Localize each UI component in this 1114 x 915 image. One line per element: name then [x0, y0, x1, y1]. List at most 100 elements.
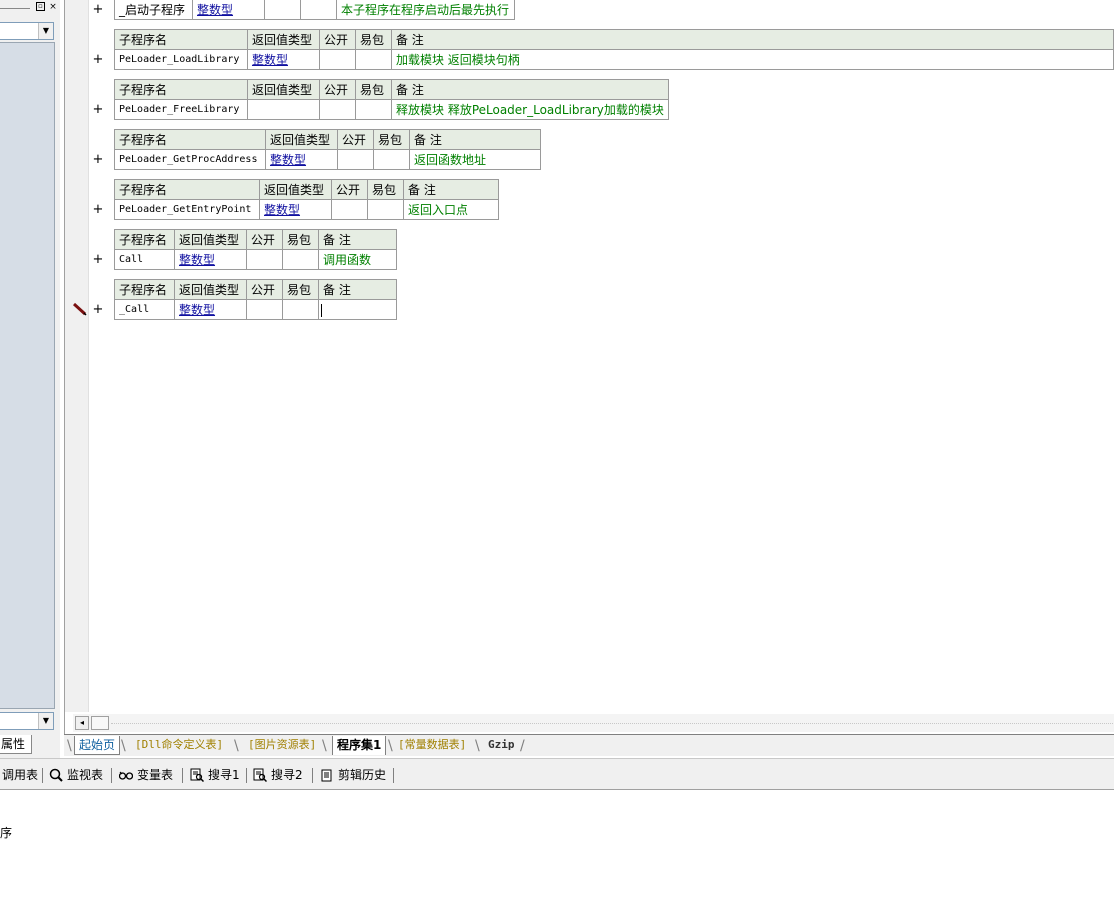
header-public: 公开 — [337, 129, 374, 150]
proc-easy[interactable] — [373, 149, 410, 170]
proc-easy[interactable] — [367, 199, 404, 220]
proc-name[interactable]: _Call — [114, 299, 175, 320]
proc-note[interactable] — [318, 299, 397, 320]
watch-table-button[interactable]: 监视表 — [49, 766, 103, 784]
proc-public[interactable] — [246, 249, 283, 270]
property-combo[interactable]: ▼ — [0, 712, 54, 730]
proc-row[interactable]: PeLoader_GetProcAddress 整数型 返回函数地址 — [114, 149, 541, 170]
proc-easy[interactable] — [354, 49, 392, 70]
proc-table[interactable]: 子程序名 返回值类型 公开 易包 备 注 PeLoader_GetProcAdd… — [114, 129, 541, 170]
proc-return-type[interactable]: 整数型 — [174, 299, 247, 320]
header-name: 子程序名 — [114, 79, 248, 100]
tab-program-set[interactable]: 程序集1 — [332, 736, 387, 755]
proc-table[interactable]: 子程序名 返回值类型 公开 易包 备 注 Call 整数型 调用函数 — [114, 229, 397, 270]
proc-public[interactable] — [337, 149, 374, 170]
expand-icon[interactable]: + — [92, 103, 104, 117]
header-public: 公开 — [318, 29, 356, 50]
toolbar-separator — [393, 768, 394, 783]
tab-dll-commands[interactable]: [Dll命令定义表] — [131, 736, 227, 755]
proc-return-type[interactable]: 整数型 — [265, 149, 338, 170]
tab-separator: \ — [475, 738, 480, 754]
output-panel[interactable]: 序 — [0, 791, 1114, 915]
proc-table[interactable]: 子程序名 返回值类型 公开 易包 备 注 _Call 整数型 — [114, 279, 397, 320]
proc-table[interactable]: 子程序名 返回值类型 公开 易包 备 注 PeLoader_FreeLibrar… — [114, 79, 669, 120]
proc-note[interactable]: 返回入口点 — [403, 199, 499, 220]
header-easy: 易包 — [354, 29, 392, 50]
expand-icon[interactable]: + — [92, 3, 104, 17]
search2-button[interactable]: 搜寻2 — [253, 766, 303, 784]
tab-constants[interactable]: [常量数据表] — [394, 736, 470, 755]
search-document-icon — [190, 768, 204, 782]
proc-public[interactable] — [331, 199, 368, 220]
clip-history-button[interactable]: 剪辑历史 — [320, 766, 386, 784]
proc-header-row: 子程序名 返回值类型 公开 易包 备 注 — [114, 229, 397, 250]
search2-label: 搜寻2 — [271, 768, 303, 782]
chevron-down-icon[interactable]: ▼ — [38, 713, 53, 729]
proc-note[interactable]: 加载模块 返回模块句柄 — [390, 49, 1114, 70]
proc-easy[interactable] — [300, 0, 337, 20]
search-document-icon — [253, 768, 267, 782]
proc-name[interactable]: _启动子程序 — [114, 0, 193, 20]
proc-public[interactable] — [246, 299, 283, 320]
restore-icon[interactable]: ▫ — [36, 2, 45, 11]
note-text: 释放模块 释放PeLoader_LoadLibrary加载的模块 — [396, 103, 664, 117]
scroll-thumb[interactable] — [91, 716, 109, 730]
expand-icon[interactable]: + — [92, 203, 104, 217]
header-note: 备 注 — [318, 229, 397, 250]
search1-button[interactable]: 搜寻1 — [190, 766, 240, 784]
tab-gzip[interactable]: Gzip — [484, 736, 519, 755]
horizontal-scrollbar[interactable]: ◂ — [73, 714, 1114, 732]
proc-row[interactable]: PeLoader_LoadLibrary 整数型 加载模块 返回模块句柄 — [114, 49, 1114, 70]
expand-icon[interactable]: + — [92, 53, 104, 67]
proc-header-row: 子程序名 返回值类型 公开 易包 备 注 — [114, 79, 669, 100]
proc-row[interactable]: _Call 整数型 — [114, 299, 397, 320]
proc-row[interactable]: _启动子程序 整数型 本子程序在程序启动后最先执行 — [114, 0, 515, 20]
proc-return-type[interactable]: 整数型 — [246, 49, 320, 70]
proc-easy[interactable] — [282, 299, 319, 320]
expand-icon[interactable]: + — [92, 303, 104, 317]
code-editor[interactable]: + + + + + + + _启动子程序 整数型 本子程序在程序启动后最先执行 … — [64, 0, 1114, 734]
object-combo[interactable]: ▼ — [0, 22, 54, 40]
tab-start-page[interactable]: 起始页 — [74, 736, 121, 755]
scroll-left-icon[interactable]: ◂ — [75, 716, 89, 730]
tab-image-resources[interactable]: [图片资源表] — [244, 736, 320, 755]
proc-row[interactable]: Call 整数型 调用函数 — [114, 249, 397, 270]
proc-public[interactable] — [318, 49, 356, 70]
proc-table[interactable]: _启动子程序 整数型 本子程序在程序启动后最先执行 — [114, 0, 515, 20]
chevron-down-icon[interactable]: ▼ — [38, 23, 53, 39]
proc-easy[interactable] — [355, 99, 392, 120]
proc-table[interactable]: 子程序名 返回值类型 公开 易包 备 注 PeLoader_LoadLibrar… — [114, 29, 1114, 70]
project-tree[interactable] — [0, 42, 55, 709]
proc-name[interactable]: PeLoader_LoadLibrary — [114, 49, 248, 70]
call-table-button[interactable]: 调用表 — [2, 766, 38, 784]
proc-return-type[interactable] — [247, 99, 320, 120]
proc-return-type[interactable]: 整数型 — [174, 249, 247, 270]
proc-public[interactable] — [319, 99, 356, 120]
proc-return-type[interactable]: 整数型 — [192, 0, 265, 20]
proc-return-type[interactable]: 整数型 — [259, 199, 332, 220]
expand-icon[interactable]: + — [92, 253, 104, 267]
proc-easy[interactable] — [282, 249, 319, 270]
header-name: 子程序名 — [114, 29, 248, 50]
header-easy: 易包 — [367, 179, 404, 200]
proc-note[interactable]: 返回函数地址 — [409, 149, 541, 170]
proc-note[interactable]: 释放模块 释放PeLoader_LoadLibrary加载的模块 — [391, 99, 669, 120]
header-name: 子程序名 — [114, 129, 266, 150]
clip-history-label: 剪辑历史 — [338, 768, 387, 782]
close-icon[interactable]: × — [48, 2, 58, 12]
scroll-track[interactable] — [111, 723, 1114, 724]
proc-row[interactable]: PeLoader_FreeLibrary 释放模块 释放PeLoader_Loa… — [114, 99, 669, 120]
proc-note[interactable]: 调用函数 — [318, 249, 397, 270]
proc-name[interactable]: PeLoader_FreeLibrary — [114, 99, 248, 120]
proc-note[interactable]: 本子程序在程序启动后最先执行 — [336, 0, 515, 20]
expand-icon[interactable]: + — [92, 153, 104, 167]
proc-public[interactable] — [264, 0, 301, 20]
tab-separator: \ — [322, 738, 327, 754]
proc-name[interactable]: Call — [114, 249, 175, 270]
tab-properties[interactable]: 属性 — [0, 735, 32, 754]
variable-table-button[interactable]: 变量表 — [119, 766, 173, 784]
proc-name[interactable]: PeLoader_GetProcAddress — [114, 149, 266, 170]
proc-name[interactable]: PeLoader_GetEntryPoint — [114, 199, 260, 220]
proc-table[interactable]: 子程序名 返回值类型 公开 易包 备 注 PeLoader_GetEntryPo… — [114, 179, 499, 220]
proc-row[interactable]: PeLoader_GetEntryPoint 整数型 返回入口点 — [114, 199, 499, 220]
